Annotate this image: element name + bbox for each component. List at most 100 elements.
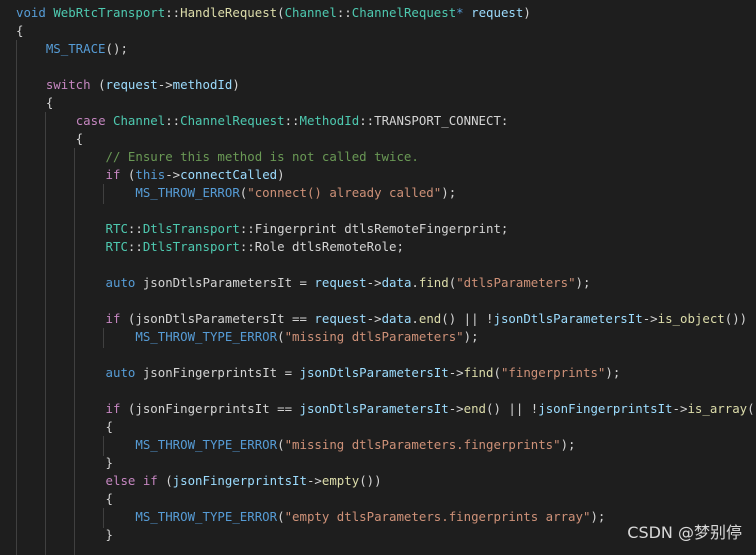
code-token: -> [157, 77, 173, 92]
code-token: ) [277, 167, 285, 182]
code-token: ()) [724, 311, 748, 326]
code-token: MS_THROW_TYPE_ERROR [135, 329, 278, 344]
code-token: :: [127, 239, 143, 254]
code-token: TRANSPORT_CONNECT: [374, 113, 509, 128]
code-token: request [105, 77, 158, 92]
code-token: WebRtcTransport [53, 5, 166, 20]
code-token: () || ! [441, 311, 494, 326]
code-token: if [105, 401, 121, 416]
code-token: -> [672, 401, 688, 416]
code-line: if (jsonFingerprintsIt == jsonDtlsParame… [16, 400, 756, 418]
code-token: MS_THROW_ERROR [135, 185, 240, 200]
code-token: "missing dtlsParameters.fingerprints" [284, 437, 561, 452]
code-token: :: [165, 113, 181, 128]
code-token: ); [560, 437, 576, 452]
code-token: void [16, 5, 54, 20]
code-token: ( [277, 437, 285, 452]
code-token: jsonDtlsParametersIt [299, 401, 449, 416]
code-token: ( [120, 167, 136, 182]
code-line: if (this->connectCalled) [16, 166, 285, 184]
code-line: MS_THROW_ERROR("connect() already called… [16, 184, 456, 202]
code-token: :: [239, 239, 255, 254]
code-token: -> [366, 275, 382, 290]
code-line: MS_TRACE(); [16, 40, 128, 58]
code-token: request [471, 5, 524, 20]
code-line: MS_THROW_TYPE_ERROR("missing dtlsParamet… [16, 436, 576, 454]
code-token: -> [448, 401, 464, 416]
code-token: ( [277, 509, 285, 524]
code-token: -> [448, 365, 464, 380]
code-token: { [16, 23, 24, 38]
code-token: (jsonDtlsParametersIt == [120, 311, 315, 326]
code-token: jsonFingerprintsIt [538, 401, 673, 416]
code-token: Fingerprint dtlsRemoteFingerprint; [254, 221, 509, 236]
watermark: CSDN @梦别停 [627, 523, 742, 542]
code-token: methodId [172, 77, 233, 92]
code-token: ( [277, 329, 285, 344]
code-token: auto [105, 365, 136, 380]
code-token: switch [45, 77, 91, 92]
code-line: { [16, 130, 83, 148]
code-token: empty [321, 473, 360, 488]
code-token: case [75, 113, 106, 128]
code-line: { [16, 94, 53, 112]
code-line: auto jsonFingerprintsIt = jsonDtlsParame… [16, 364, 621, 382]
code-token: -> [642, 311, 658, 326]
code-line: { [16, 22, 23, 40]
code-token: this [135, 167, 166, 182]
code-token: (); [105, 41, 128, 56]
code-token: :: [165, 5, 181, 20]
code-token: ); [605, 365, 621, 380]
code-token: } [16, 527, 113, 542]
code-token: ()) [359, 473, 382, 488]
code-line: { [16, 418, 113, 436]
code-editor[interactable]: void WebRtcTransport::HandleRequest(Chan… [0, 0, 756, 555]
code-line: switch (request->methodId) [16, 76, 240, 94]
code-token: "dtlsParameters" [456, 275, 576, 290]
code-token: ChannelRequest [180, 113, 285, 128]
code-token: if [105, 167, 121, 182]
code-line: } [16, 454, 113, 472]
code-line: case Channel::ChannelRequest::MethodId::… [16, 112, 509, 130]
code-token: ( [157, 473, 173, 488]
code-token: :: [239, 221, 255, 236]
code-token: { [16, 95, 54, 110]
code-token: if [105, 311, 121, 326]
code-token: MS_THROW_TYPE_ERROR [135, 437, 278, 452]
code-token: data [381, 275, 412, 290]
code-line: RTC::DtlsTransport::Fingerprint dtlsRemo… [16, 220, 509, 238]
code-token: jsonDtlsParametersIt [493, 311, 643, 326]
code-token: data [381, 311, 412, 326]
code-token: ); [463, 329, 479, 344]
code-token: is_object [657, 311, 725, 326]
code-token: "empty dtlsParameters.fingerprints array… [284, 509, 591, 524]
code-token: "fingerprints" [500, 365, 606, 380]
code-token: jsonDtlsParametersIt [299, 365, 449, 380]
code-token: MS_THROW_TYPE_ERROR [135, 509, 278, 524]
code-token: ); [441, 185, 457, 200]
code-token: ( [90, 77, 106, 92]
code-line: MS_THROW_TYPE_ERROR("missing dtlsParamet… [16, 328, 479, 346]
code-token: jsonFingerprintsIt = [135, 365, 300, 380]
code-line: RTC::DtlsTransport::Role dtlsRemoteRole; [16, 238, 404, 256]
code-line: void WebRtcTransport::HandleRequest(Chan… [16, 4, 531, 22]
code-token: } [16, 455, 113, 470]
code-token: connectCalled [180, 167, 278, 182]
code-token: end [463, 401, 487, 416]
code-line: MS_THROW_TYPE_ERROR("empty dtlsParameter… [16, 508, 605, 526]
code-token: :: [284, 113, 300, 128]
code-token: Channel [113, 113, 166, 128]
code-token: -> [165, 167, 181, 182]
code-token: ) [232, 77, 240, 92]
code-token: :: [336, 5, 352, 20]
code-token: else if [105, 473, 158, 488]
code-token: find [418, 275, 449, 290]
